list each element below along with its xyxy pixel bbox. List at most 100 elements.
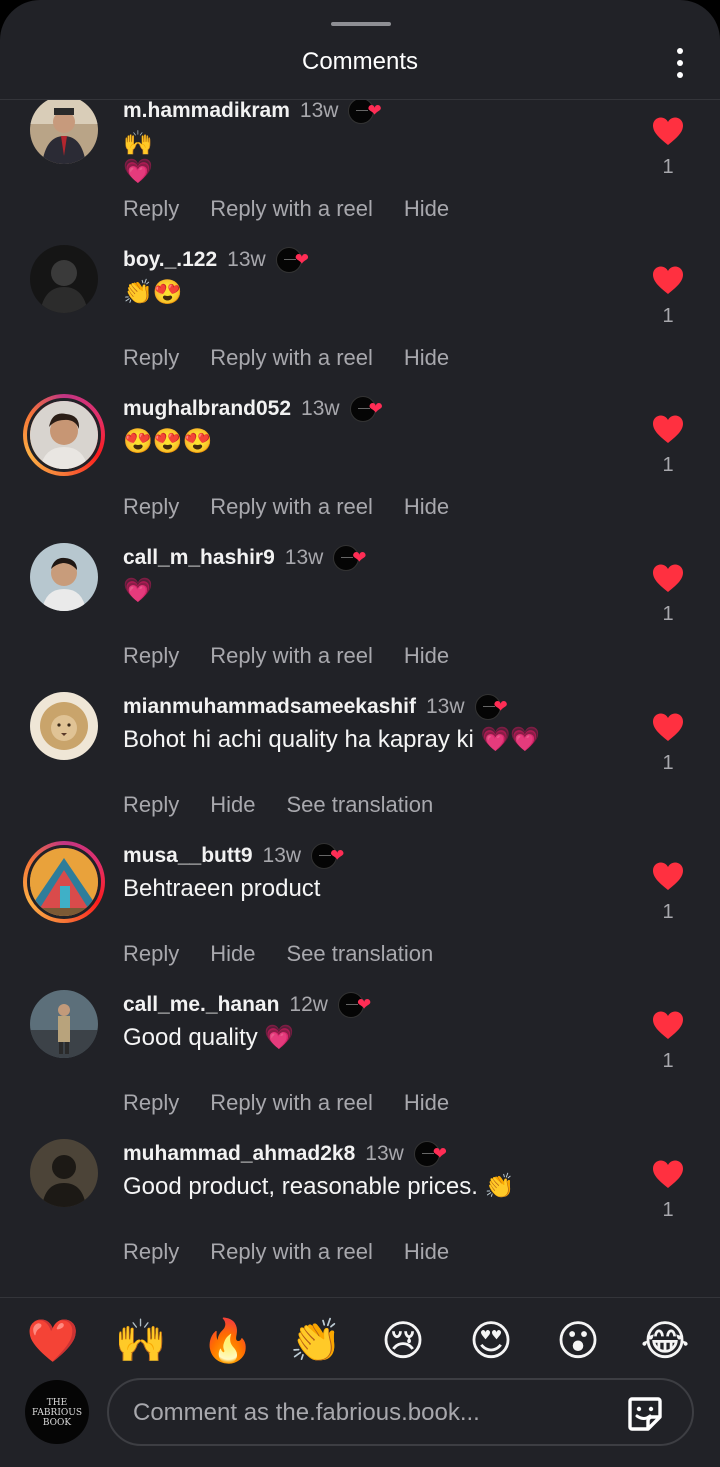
comment-input[interactable]: Comment as the.fabrious.book... bbox=[107, 1378, 694, 1446]
comment-avatar-story-ring[interactable] bbox=[23, 841, 105, 923]
reply-button[interactable]: Reply bbox=[123, 1090, 179, 1116]
heart-filled-icon[interactable] bbox=[652, 1159, 684, 1189]
drag-handle[interactable] bbox=[331, 22, 391, 26]
heart-emoji[interactable]: ❤️ bbox=[25, 1313, 81, 1369]
reply-button[interactable]: Reply bbox=[123, 792, 179, 818]
comment-text: 😍😍😍 bbox=[123, 428, 213, 456]
comment-actions: Reply Reply with a reel Hide bbox=[123, 643, 480, 669]
comment-username[interactable]: m.hammadikram bbox=[123, 100, 290, 123]
creator-liked-badge: ❤ bbox=[333, 545, 377, 571]
laughing-emoji[interactable]: 😂 bbox=[637, 1313, 693, 1369]
like-count: 1 bbox=[662, 603, 674, 625]
hide-button[interactable]: Hide bbox=[404, 643, 449, 669]
reply-button[interactable]: Reply bbox=[123, 941, 179, 967]
reply-button[interactable]: Reply bbox=[123, 643, 179, 669]
clapping-emoji[interactable]: 👏 bbox=[288, 1313, 344, 1369]
comment-avatar[interactable] bbox=[30, 100, 98, 164]
comment-timestamp: 12w bbox=[289, 993, 328, 1016]
comment-item: mianmuhammadsameekashif 13w ❤ Bohot hi achi… bbox=[0, 692, 720, 841]
reply-with-a-reel-button[interactable]: Reply with a reel bbox=[210, 643, 373, 669]
boy-avatar bbox=[30, 543, 98, 611]
like-control[interactable]: 1 bbox=[648, 414, 688, 477]
man-suit-avatar bbox=[30, 100, 98, 164]
comment-timestamp: 13w bbox=[284, 546, 324, 569]
silhouette-avatar bbox=[30, 1139, 98, 1207]
heart-filled-icon[interactable] bbox=[652, 265, 684, 295]
comment-username[interactable]: boy._.122 bbox=[123, 248, 217, 272]
hide-button[interactable]: Hide bbox=[404, 1090, 449, 1116]
comment-avatar[interactable] bbox=[30, 692, 98, 760]
heart-filled-icon[interactable] bbox=[652, 414, 684, 444]
heart-filled-icon[interactable] bbox=[652, 712, 684, 742]
like-control[interactable]: 1 bbox=[648, 1159, 688, 1222]
fire-emoji[interactable]: 🔥 bbox=[200, 1313, 256, 1369]
lion-avatar bbox=[30, 692, 98, 760]
hide-button[interactable]: Hide bbox=[404, 494, 449, 520]
sticker-icon[interactable] bbox=[624, 1393, 666, 1435]
reply-with-a-reel-button[interactable]: Reply with a reel bbox=[210, 494, 373, 520]
hide-button[interactable]: Hide bbox=[404, 196, 449, 222]
creator-liked-badge: ❤ bbox=[413, 1141, 458, 1167]
like-count: 1 bbox=[662, 305, 674, 327]
raising-hands-emoji[interactable]: 🙌 bbox=[113, 1313, 169, 1369]
comment-avatar[interactable] bbox=[30, 1139, 98, 1207]
like-control[interactable]: 1 bbox=[648, 1010, 688, 1073]
comment-actions: Reply Reply with a reel Hide bbox=[123, 1239, 480, 1265]
like-control[interactable]: 1 bbox=[648, 265, 688, 328]
heart-eyes-emoji[interactable]: 😍 bbox=[463, 1313, 519, 1369]
reply-with-a-reel-button[interactable]: Reply with a reel bbox=[210, 196, 373, 222]
reply-button[interactable]: Reply bbox=[123, 196, 179, 222]
comment-text-line: 👏😍 bbox=[123, 279, 183, 306]
quick-reactions-bar: ❤️ 🙌 🔥 👏 😢 😍 😮 😂 bbox=[0, 1313, 720, 1369]
comment-username[interactable]: musa__butt9 bbox=[123, 844, 253, 868]
reply-with-a-reel-button[interactable]: Reply with a reel bbox=[210, 1239, 373, 1265]
heart-filled-icon[interactable] bbox=[652, 1010, 684, 1040]
comment-username[interactable]: mianmuhammadsameekashif bbox=[123, 695, 416, 719]
comment-meta: call_me._hanan 12w ❤ bbox=[123, 990, 382, 1020]
heart-filled-icon[interactable] bbox=[652, 116, 684, 146]
heart-filled-icon[interactable] bbox=[652, 563, 684, 593]
comment-item: call_me._hanan 12w ❤ Good quality 💗 Reply Rep… bbox=[0, 990, 720, 1139]
more-vertical-icon[interactable] bbox=[676, 48, 684, 78]
surprised-emoji[interactable]: 😮 bbox=[550, 1313, 606, 1369]
heart-filled-icon[interactable] bbox=[652, 861, 684, 891]
reply-button[interactable]: Reply bbox=[123, 345, 179, 371]
comment-actions: Reply Reply with a reel Hide bbox=[123, 1090, 480, 1116]
like-control[interactable]: 1 bbox=[648, 116, 688, 179]
comment-avatar[interactable] bbox=[30, 543, 98, 611]
comment-actions: Reply Reply with a reel Hide bbox=[123, 494, 480, 520]
comment-username[interactable]: call_me._hanan bbox=[123, 993, 279, 1017]
comment-meta: muhammad_ahmad2k8 13w ❤ bbox=[123, 1139, 458, 1169]
comment-username[interactable]: muhammad_ahmad2k8 bbox=[123, 1142, 355, 1166]
like-control[interactable]: 1 bbox=[648, 712, 688, 775]
hide-button[interactable]: Hide bbox=[404, 345, 449, 371]
reply-with-a-reel-button[interactable]: Reply with a reel bbox=[210, 345, 373, 371]
reply-with-a-reel-button[interactable]: Reply with a reel bbox=[210, 1090, 373, 1116]
comment-text-line: 😍😍😍 bbox=[123, 428, 213, 455]
comment-list[interactable]: m.hammadikram 13w ❤ 🙌 💗 Reply Reply with a ree… bbox=[0, 100, 720, 1297]
comment-avatar-story-ring[interactable] bbox=[23, 394, 105, 476]
sheet-title: Comments bbox=[301, 48, 419, 75]
see-translation-button[interactable]: See translation bbox=[287, 941, 434, 967]
hide-button[interactable]: Hide bbox=[210, 941, 255, 967]
comment-meta: call_m_hashir9 13w ❤ bbox=[123, 543, 377, 573]
like-control[interactable]: 1 bbox=[648, 563, 688, 626]
comment-text-line: Good product, reasonable prices. 👏 bbox=[123, 1173, 515, 1200]
like-control[interactable]: 1 bbox=[648, 861, 688, 924]
colorful-tent-avatar bbox=[30, 848, 98, 916]
crying-emoji[interactable]: 😢 bbox=[375, 1313, 431, 1369]
comment-item: musa__butt9 13w ❤ Behtraeen product Reply Hid… bbox=[0, 841, 720, 990]
hide-button[interactable]: Hide bbox=[210, 792, 255, 818]
comment-text: Bohot hi achi quality ha kapray ki 💗💗 bbox=[123, 726, 540, 754]
hide-button[interactable]: Hide bbox=[404, 1239, 449, 1265]
comment-actions: Reply Reply with a reel Hide bbox=[123, 196, 480, 222]
comment-avatar[interactable] bbox=[30, 990, 98, 1058]
comment-username[interactable]: call_m_hashir9 bbox=[123, 546, 275, 570]
reply-button[interactable]: Reply bbox=[123, 494, 179, 520]
comment-text: Behtraeen product bbox=[123, 875, 320, 903]
comment-item: m.hammadikram 13w ❤ 🙌 💗 Reply Reply with a ree… bbox=[0, 100, 720, 245]
reply-button[interactable]: Reply bbox=[123, 1239, 179, 1265]
see-translation-button[interactable]: See translation bbox=[287, 792, 434, 818]
comment-username[interactable]: mughalbrand052 bbox=[123, 397, 291, 421]
comment-avatar[interactable] bbox=[30, 245, 98, 313]
